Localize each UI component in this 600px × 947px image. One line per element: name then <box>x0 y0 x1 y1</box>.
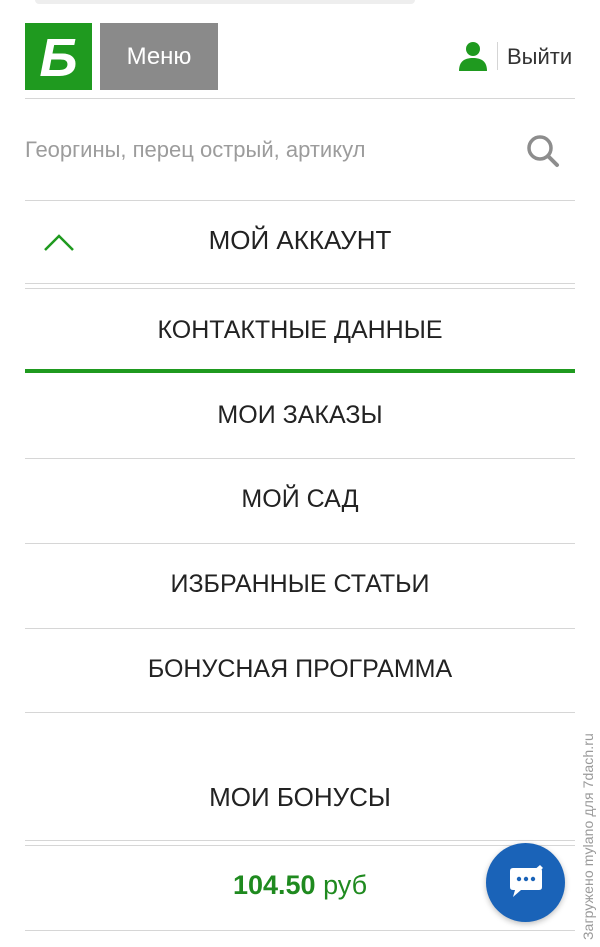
chat-bubble-icon <box>509 864 543 897</box>
account-item-garden[interactable]: МОЙ САД <box>25 485 575 514</box>
account-divider-2 <box>25 288 575 289</box>
search-icon[interactable] <box>526 134 560 168</box>
item-divider <box>25 628 575 629</box>
bonus-currency: руб <box>323 870 368 900</box>
top-edge-shadow <box>35 0 415 4</box>
user-icon[interactable] <box>457 40 489 72</box>
bonus-amount: 104.50 <box>232 870 316 900</box>
logout-link[interactable]: Выйти <box>507 44 572 70</box>
account-item-favorite-articles[interactable]: ИЗБРАННЫЕ СТАТЬИ <box>25 570 575 599</box>
logo-letter: Б <box>39 27 78 88</box>
header-separator <box>497 42 498 70</box>
item-divider <box>25 543 575 544</box>
item-divider <box>25 458 575 459</box>
search-input[interactable] <box>25 120 505 180</box>
account-section-title[interactable]: МОЙ АККАУНТ <box>0 225 600 256</box>
account-item-contacts[interactable]: КОНТАКТНЫЕ ДАННЫЕ <box>25 316 575 345</box>
account-item-bonus-program[interactable]: БОНУСНАЯ ПРОГРАММА <box>25 655 575 684</box>
bonus-section-title: МОИ БОНУСЫ <box>209 782 391 812</box>
item-divider <box>25 712 575 713</box>
account-divider-1 <box>25 283 575 284</box>
chat-button[interactable] <box>486 843 565 922</box>
active-tab-underline <box>25 369 575 373</box>
bonus-divider-bottom <box>25 930 575 931</box>
logo-icon[interactable]: Б <box>25 23 92 90</box>
bonus-divider-1 <box>25 840 575 841</box>
header-divider <box>25 98 575 99</box>
bonus-divider-2 <box>25 845 575 846</box>
watermark-text: Загружено mylano для 7dach.ru <box>580 733 596 940</box>
menu-button[interactable]: Меню <box>100 23 218 90</box>
account-item-orders[interactable]: МОИ ЗАКАЗЫ <box>25 401 575 430</box>
search-divider <box>25 200 575 201</box>
